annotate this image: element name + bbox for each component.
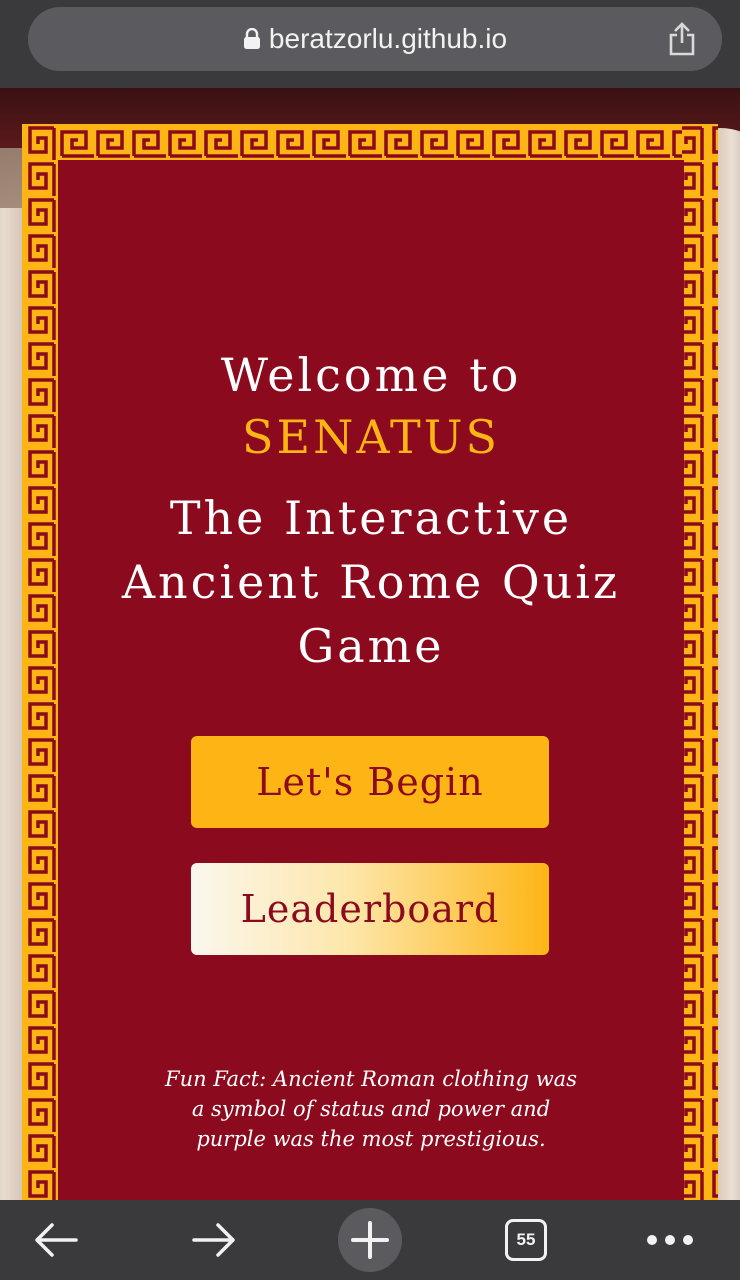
leaderboard-button[interactable]: Leaderboard	[191, 863, 549, 955]
forward-button[interactable]	[182, 1200, 246, 1280]
tabs-icon: 55	[505, 1219, 547, 1261]
more-icon	[647, 1235, 693, 1245]
fun-fact: Fun Fact: Ancient Roman clothing was a s…	[165, 1067, 577, 1151]
share-icon[interactable]	[666, 21, 698, 57]
subtitle: The Interactive Ancient Rome Quiz Game	[121, 491, 621, 673]
back-arrow-icon	[35, 1223, 78, 1257]
browser-top-bar: beratzorlu.github.io	[0, 0, 740, 88]
tab-count: 55	[516, 1230, 536, 1249]
tabs-button[interactable]: 55	[494, 1200, 558, 1280]
welcome-heading: Welcome to	[220, 348, 522, 402]
page-viewport: Welcome to SENATUS The Interactive Ancie…	[0, 88, 740, 1200]
back-button[interactable]	[24, 1200, 88, 1280]
browser-bottom-toolbar: 55	[0, 1200, 740, 1280]
more-button[interactable]	[638, 1200, 702, 1280]
new-tab-button[interactable]	[338, 1200, 402, 1280]
forward-arrow-icon	[192, 1223, 235, 1257]
plus-icon	[351, 1221, 389, 1259]
url-text: beratzorlu.github.io	[268, 23, 508, 54]
content-panel	[58, 160, 684, 1200]
brand-title: SENATUS	[241, 410, 500, 464]
lets-begin-button[interactable]: Let's Begin	[191, 736, 549, 828]
address-bar[interactable]: beratzorlu.github.io	[28, 7, 722, 71]
lock-icon	[243, 28, 260, 49]
